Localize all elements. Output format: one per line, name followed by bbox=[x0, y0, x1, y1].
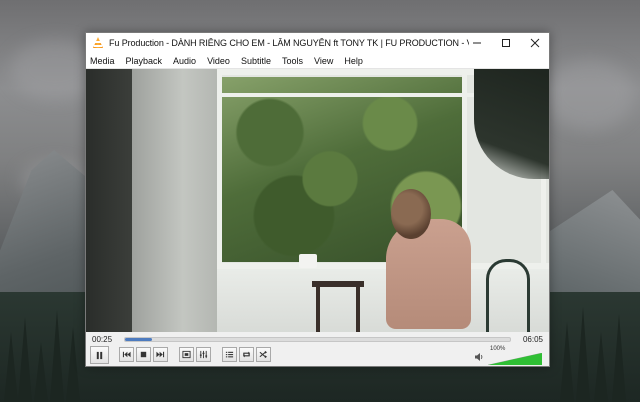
stop-button[interactable] bbox=[136, 347, 151, 362]
next-icon bbox=[156, 351, 165, 358]
pause-icon bbox=[96, 351, 103, 359]
menu-bar: Media Playback Audio Video Subtitle Tool… bbox=[86, 53, 549, 69]
menu-media[interactable]: Media bbox=[90, 56, 115, 66]
volume-percentage: 100% bbox=[490, 346, 506, 352]
previous-icon bbox=[122, 351, 131, 358]
close-icon bbox=[530, 38, 539, 48]
speaker-icon[interactable] bbox=[474, 352, 484, 362]
playlist-icon bbox=[225, 351, 234, 358]
seek-slider[interactable] bbox=[124, 336, 511, 342]
next-button[interactable] bbox=[153, 347, 168, 362]
stop-icon bbox=[140, 351, 147, 358]
extended-settings-icon bbox=[199, 350, 208, 359]
menu-tools[interactable]: Tools bbox=[282, 56, 303, 66]
pause-button[interactable] bbox=[90, 346, 109, 364]
menu-help[interactable]: Help bbox=[344, 56, 363, 66]
maximize-button[interactable] bbox=[491, 33, 520, 53]
menu-subtitle[interactable]: Subtitle bbox=[241, 56, 271, 66]
vlc-window: Fu Production - DÀNH RIÊNG CHO EM - LÂM … bbox=[85, 32, 550, 367]
menu-view[interactable]: View bbox=[314, 56, 333, 66]
minimize-button[interactable] bbox=[462, 33, 491, 53]
shuffle-button[interactable] bbox=[256, 347, 271, 362]
menu-playback[interactable]: Playback bbox=[126, 56, 163, 66]
fullscreen-icon bbox=[182, 350, 191, 359]
menu-audio[interactable]: Audio bbox=[173, 56, 196, 66]
extended-settings-button[interactable] bbox=[196, 347, 211, 362]
menu-video[interactable]: Video bbox=[207, 56, 230, 66]
shuffle-icon bbox=[259, 350, 268, 359]
loop-button[interactable] bbox=[239, 347, 254, 362]
total-time: 06:05 bbox=[522, 334, 543, 344]
seek-progress bbox=[125, 337, 152, 341]
maximize-icon bbox=[501, 39, 510, 47]
loop-icon bbox=[242, 351, 251, 358]
playlist-button[interactable] bbox=[222, 347, 237, 362]
close-button[interactable] bbox=[520, 33, 549, 53]
playback-controls: 00:25 06:05 100% bbox=[86, 332, 549, 365]
previous-button[interactable] bbox=[119, 347, 134, 362]
title-bar[interactable]: Fu Production - DÀNH RIÊNG CHO EM - LÂM … bbox=[86, 33, 549, 53]
vlc-cone-icon bbox=[91, 36, 105, 50]
video-display[interactable] bbox=[86, 69, 549, 332]
minimize-icon bbox=[472, 42, 481, 44]
fullscreen-button[interactable] bbox=[179, 347, 194, 362]
window-title: Fu Production - DÀNH RIÊNG CHO EM - LÂM … bbox=[109, 38, 469, 48]
volume-slider[interactable] bbox=[488, 353, 542, 365]
elapsed-time: 00:25 bbox=[92, 334, 113, 344]
